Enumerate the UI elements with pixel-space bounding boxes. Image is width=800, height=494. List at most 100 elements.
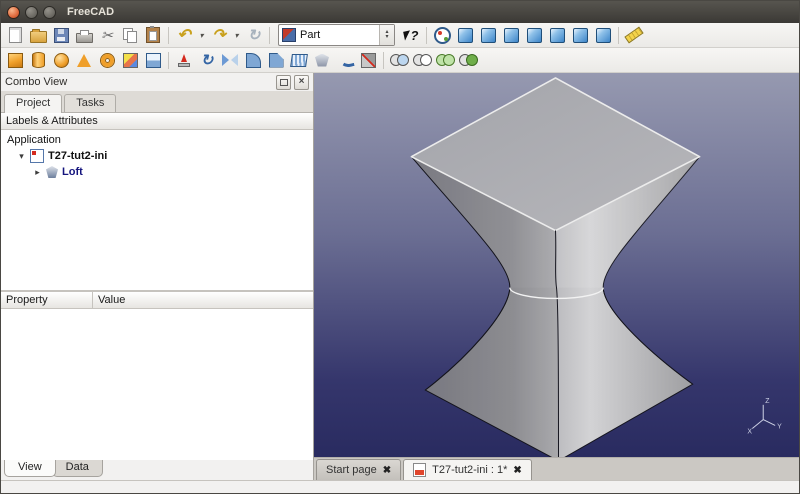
sweep-button[interactable] (334, 49, 356, 71)
left-view-icon (595, 27, 611, 43)
axonometric-view-button[interactable] (454, 24, 476, 46)
column-property[interactable]: Property (1, 292, 93, 308)
tab-close-icon[interactable]: ✖ (513, 465, 521, 476)
print-button[interactable] (73, 24, 95, 46)
ruled-surface-button[interactable] (288, 49, 310, 71)
tab-project[interactable]: Project (4, 94, 63, 113)
expand-arrow-icon[interactable] (17, 151, 26, 162)
measure-distance-button[interactable] (623, 24, 645, 46)
loft-icon (315, 53, 329, 67)
tree-item-application[interactable]: Application (1, 132, 313, 148)
loft-model: Z Y X (410, 77, 782, 457)
left-view-button[interactable] (592, 24, 614, 46)
redo-icon (212, 25, 225, 45)
undo-button[interactable] (173, 24, 195, 46)
torus-button[interactable] (96, 49, 118, 71)
loft-button[interactable] (311, 49, 333, 71)
title-bar: FreeCAD (1, 1, 799, 23)
paste-button[interactable] (142, 24, 164, 46)
toolbar-separator (383, 51, 384, 69)
box-button[interactable] (4, 49, 26, 71)
workbench-selector[interactable]: Part (278, 24, 395, 46)
rear-view-icon (549, 27, 565, 43)
tab-document[interactable]: T27-tut2-ini : 1* ✖ (403, 459, 532, 480)
shape-builder-button[interactable] (142, 49, 164, 71)
property-table-header: Property Value (1, 291, 313, 309)
3d-view[interactable]: Z Y X (314, 73, 799, 457)
box-icon (7, 52, 23, 68)
axis-z-label: Z (765, 398, 769, 405)
fillet-button[interactable] (242, 49, 264, 71)
boolean-union-icon (435, 54, 455, 66)
axonometric-view-icon (457, 27, 473, 43)
boolean-intersection-icon (458, 54, 478, 66)
redo-history-button[interactable] (231, 24, 242, 46)
panel-close-button[interactable] (294, 74, 309, 90)
tab-start-page[interactable]: Start page ✖ (316, 459, 402, 480)
tree-item-loft[interactable]: Loft (1, 164, 313, 180)
cylinder-button[interactable] (27, 49, 49, 71)
combo-spin-buttons[interactable] (379, 25, 394, 45)
redo-button[interactable] (208, 24, 230, 46)
right-view-button[interactable] (523, 24, 545, 46)
extrude-icon (177, 53, 191, 67)
bottom-view-button[interactable] (569, 24, 591, 46)
cylinder-icon (31, 52, 45, 68)
collapse-arrow-icon[interactable] (33, 167, 42, 178)
window-close-button[interactable] (7, 5, 20, 19)
fit-all-button[interactable] (431, 24, 453, 46)
column-value[interactable]: Value (93, 292, 313, 308)
cut-button[interactable] (96, 24, 118, 46)
tab-data[interactable]: Data (51, 460, 103, 477)
tab-tasks[interactable]: Tasks (64, 94, 117, 112)
float-icon (279, 78, 288, 86)
new-file-button[interactable] (4, 24, 26, 46)
rear-view-button[interactable] (546, 24, 568, 46)
chamfer-button[interactable] (265, 49, 287, 71)
panel-float-button[interactable] (276, 74, 291, 90)
refresh-icon (248, 26, 261, 44)
part-workbench-icon (282, 28, 296, 42)
section-button[interactable] (357, 49, 379, 71)
mdi-tab-label: Start page (326, 464, 377, 476)
part-toolbar (1, 48, 799, 73)
save-button[interactable] (50, 24, 72, 46)
freecad-window: FreeCAD Part (0, 0, 800, 494)
refresh-button[interactable] (243, 24, 265, 46)
freecad-document-icon (413, 463, 427, 477)
create-primitives-button[interactable] (119, 49, 141, 71)
close-icon (299, 77, 305, 87)
tree-item-label: Application (7, 134, 61, 146)
right-view-icon (526, 27, 542, 43)
extrude-button[interactable] (173, 49, 195, 71)
property-bottom-tabs: View Data (1, 460, 313, 480)
whats-this-button[interactable] (400, 24, 422, 46)
cone-button[interactable] (73, 49, 95, 71)
spin-down-icon (385, 35, 388, 40)
tree-item-document[interactable]: T27-tut2-ini (1, 148, 313, 164)
window-minimize-button[interactable] (25, 5, 38, 19)
window-title: FreeCAD (67, 6, 115, 18)
boolean-intersection-button[interactable] (457, 49, 479, 71)
combo-view-panel: Combo View Project Tasks Labels & Attrib… (1, 73, 314, 480)
sphere-button[interactable] (50, 49, 72, 71)
front-view-button[interactable] (477, 24, 499, 46)
tab-view[interactable]: View (4, 460, 56, 477)
cone-icon (77, 53, 91, 67)
revolve-button[interactable] (196, 49, 218, 71)
copy-button[interactable] (119, 24, 141, 46)
boolean-button[interactable] (388, 49, 410, 71)
section-icon (360, 52, 376, 68)
boolean-cut-button[interactable] (411, 49, 433, 71)
tree-item-label: T27-tut2-ini (48, 150, 108, 162)
undo-icon (177, 25, 190, 45)
boolean-union-button[interactable] (434, 49, 456, 71)
open-button[interactable] (27, 24, 49, 46)
window-maximize-button[interactable] (43, 5, 56, 19)
undo-history-button[interactable] (196, 24, 207, 46)
labels-attributes-header: Labels & Attributes (1, 113, 313, 130)
tab-close-icon[interactable]: ✖ (383, 465, 391, 476)
top-view-button[interactable] (500, 24, 522, 46)
mirror-button[interactable] (219, 49, 241, 71)
axis-y-label: Y (777, 423, 782, 430)
